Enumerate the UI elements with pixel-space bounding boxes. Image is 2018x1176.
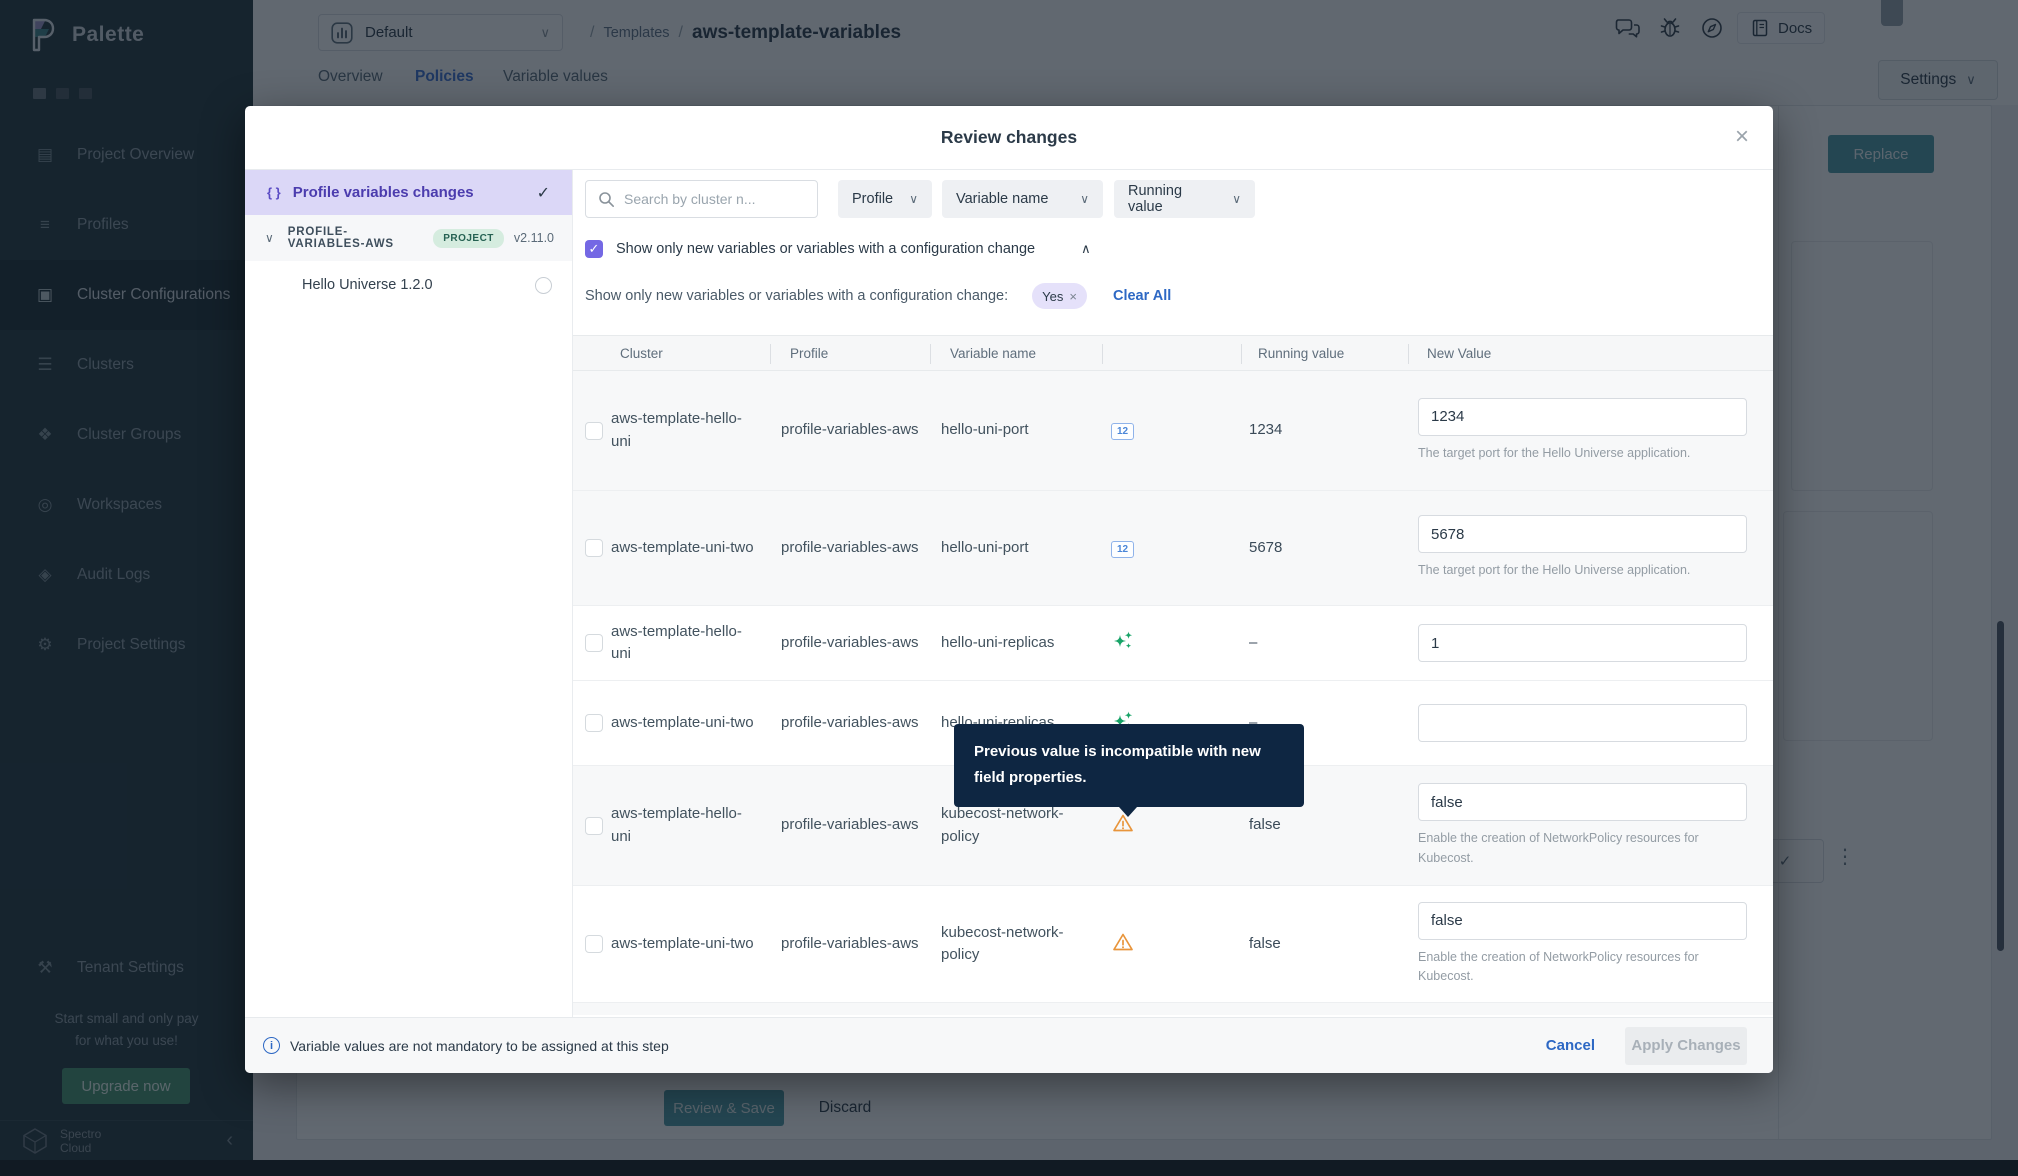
row-checkbox[interactable] — [585, 634, 603, 652]
cancel-button[interactable]: Cancel — [1546, 1037, 1595, 1054]
version-label: v2.11.0 — [514, 231, 554, 245]
table-row: aws-template-uni-two profile-variables-a… — [573, 491, 1773, 606]
running-value-cell: – — [1232, 632, 1399, 655]
row-checkbox[interactable] — [585, 422, 603, 440]
modal-body: { } Profile variables changes ✓ ∨ PROFIL… — [245, 170, 1773, 1017]
new-value-input[interactable] — [1418, 515, 1747, 553]
table-row-partial — [573, 1003, 1773, 1015]
apply-changes-button[interactable]: Apply Changes — [1625, 1027, 1747, 1065]
running-value-cell: 1234 — [1232, 419, 1399, 442]
number-type-icon: 12 — [1111, 423, 1134, 440]
chip-close-icon[interactable]: × — [1069, 289, 1077, 304]
field-helper-text: Enable the creation of NetworkPolicy res… — [1418, 948, 1747, 987]
incompatible-warning-icon: 12 — [1111, 931, 1135, 953]
variable-cell: kubecost-network-policy — [921, 803, 1093, 848]
row-checkbox[interactable] — [585, 714, 603, 732]
profile-cell: profile-variables-aws — [761, 933, 921, 956]
field-helper-text: The target port for the Hello Universe a… — [1418, 444, 1747, 463]
project-badge: PROJECT — [433, 229, 504, 248]
close-icon[interactable]: × — [1735, 124, 1749, 150]
new-value-input[interactable] — [1418, 902, 1747, 940]
cluster-cell: aws-template-uni-two — [603, 712, 761, 735]
cluster-cell: aws-template-uni-two — [603, 537, 761, 560]
info-icon: i — [263, 1037, 280, 1054]
number-type-icon: 12 — [1111, 541, 1134, 558]
chevron-down-icon: ∨ — [265, 231, 274, 245]
chevron-down-icon: ∨ — [1080, 192, 1089, 206]
new-value-input[interactable] — [1418, 624, 1747, 662]
cluster-cell: aws-template-hello-uni — [603, 408, 761, 453]
chevron-up-icon[interactable]: ∧ — [1081, 241, 1091, 257]
applied-filters-row: Show only new variables or variables wit… — [585, 282, 1171, 310]
new-variable-sparkles-icon: 12 — [1111, 630, 1135, 652]
filter-bar: Profile ∨ Variable name ∨ Running value … — [585, 180, 1255, 218]
variable-cell: hello-uni-port — [921, 537, 1093, 560]
profile-cell: profile-variables-aws — [761, 537, 921, 560]
show-only-row: ✓ Show only new variables or variables w… — [585, 236, 1091, 262]
modal-content: Profile ∨ Variable name ∨ Running value … — [573, 170, 1773, 1017]
new-value-input[interactable] — [1418, 783, 1747, 821]
radio-unchecked-icon[interactable] — [535, 277, 552, 294]
variable-cell: hello-uni-port — [921, 419, 1093, 442]
check-icon: ✓ — [537, 183, 550, 203]
header-running-value: Running value — [1241, 336, 1408, 370]
chevron-down-icon: ∨ — [909, 192, 918, 206]
clear-all-link[interactable]: Clear All — [1113, 288, 1171, 304]
field-helper-text: The target port for the Hello Universe a… — [1418, 561, 1747, 580]
new-value-input[interactable] — [1418, 398, 1747, 436]
variable-cell: hello-uni-replicas — [921, 632, 1093, 655]
search-icon — [598, 191, 615, 208]
header-type — [1102, 336, 1241, 370]
profile-cell: profile-variables-aws — [761, 632, 921, 655]
cluster-cell: aws-template-hello-uni — [603, 621, 761, 666]
modal-footer: i Variable values are not mandatory to b… — [245, 1017, 1773, 1073]
row-checkbox[interactable] — [585, 539, 603, 557]
incompatible-value-tooltip: Previous value is incompatible with new … — [954, 724, 1304, 807]
new-value-input[interactable] — [1418, 704, 1747, 742]
footer-info-text: Variable values are not mandatory to be … — [290, 1038, 669, 1054]
table-row: aws-template-hello-uni profile-variables… — [573, 371, 1773, 491]
variable-cell: kubecost-network-policy — [921, 922, 1093, 967]
profile-cell: profile-variables-aws — [761, 419, 921, 442]
modal-title: Review changes — [941, 127, 1077, 148]
nav-item-hello-universe[interactable]: Hello Universe 1.2.0 — [245, 261, 572, 309]
search-input[interactable] — [624, 191, 807, 207]
cluster-cell: aws-template-uni-two — [603, 933, 761, 956]
profile-cell: profile-variables-aws — [761, 814, 921, 837]
header-profile: Profile — [770, 336, 930, 370]
modal-header: Review changes × — [245, 106, 1773, 170]
modal-side-nav: { } Profile variables changes ✓ ∨ PROFIL… — [245, 170, 573, 1017]
chevron-down-icon: ∨ — [1232, 192, 1241, 206]
row-checkbox[interactable] — [585, 935, 603, 953]
running-value-cell: 5678 — [1232, 537, 1399, 560]
cluster-cell: aws-template-hello-uni — [603, 803, 761, 848]
field-helper-text: Enable the creation of NetworkPolicy res… — [1418, 829, 1747, 868]
review-changes-modal: Review changes × { } Profile variables c… — [245, 106, 1773, 1073]
running-value-cell: false — [1232, 814, 1399, 837]
variables-table: Cluster Profile Variable name Running va… — [573, 335, 1773, 1015]
row-checkbox[interactable] — [585, 817, 603, 835]
table-row: aws-template-hello-uni profile-variables… — [573, 606, 1773, 681]
filter-dropdown-profile[interactable]: Profile ∨ — [838, 180, 932, 218]
filter-dropdown-variable-name[interactable]: Variable name ∨ — [942, 180, 1103, 218]
nav-item-profile-variables-changes[interactable]: { } Profile variables changes ✓ — [245, 170, 572, 215]
filter-dropdown-running-value[interactable]: Running value ∨ — [1114, 180, 1255, 218]
search-box — [585, 180, 818, 218]
app-window: Palette ▤ Project Overview ≡ Profiles ▣ … — [0, 0, 2018, 1176]
table-header-row: Cluster Profile Variable name Running va… — [573, 335, 1773, 371]
show-only-checkbox[interactable]: ✓ — [585, 240, 603, 258]
profile-cell: profile-variables-aws — [761, 712, 921, 735]
header-variable-name: Variable name — [930, 336, 1102, 370]
braces-icon: { } — [267, 185, 281, 200]
running-value-cell: false — [1232, 933, 1399, 956]
filter-chip-yes[interactable]: Yes × — [1032, 283, 1087, 309]
table-row: aws-template-uni-two profile-variables-a… — [573, 886, 1773, 1003]
header-cluster: Cluster — [612, 336, 770, 370]
header-new-value: New Value — [1408, 336, 1773, 370]
nav-group-profile-variables-aws[interactable]: ∨ PROFILE-VARIABLES-AWS PROJECT v2.11.0 — [245, 215, 572, 261]
